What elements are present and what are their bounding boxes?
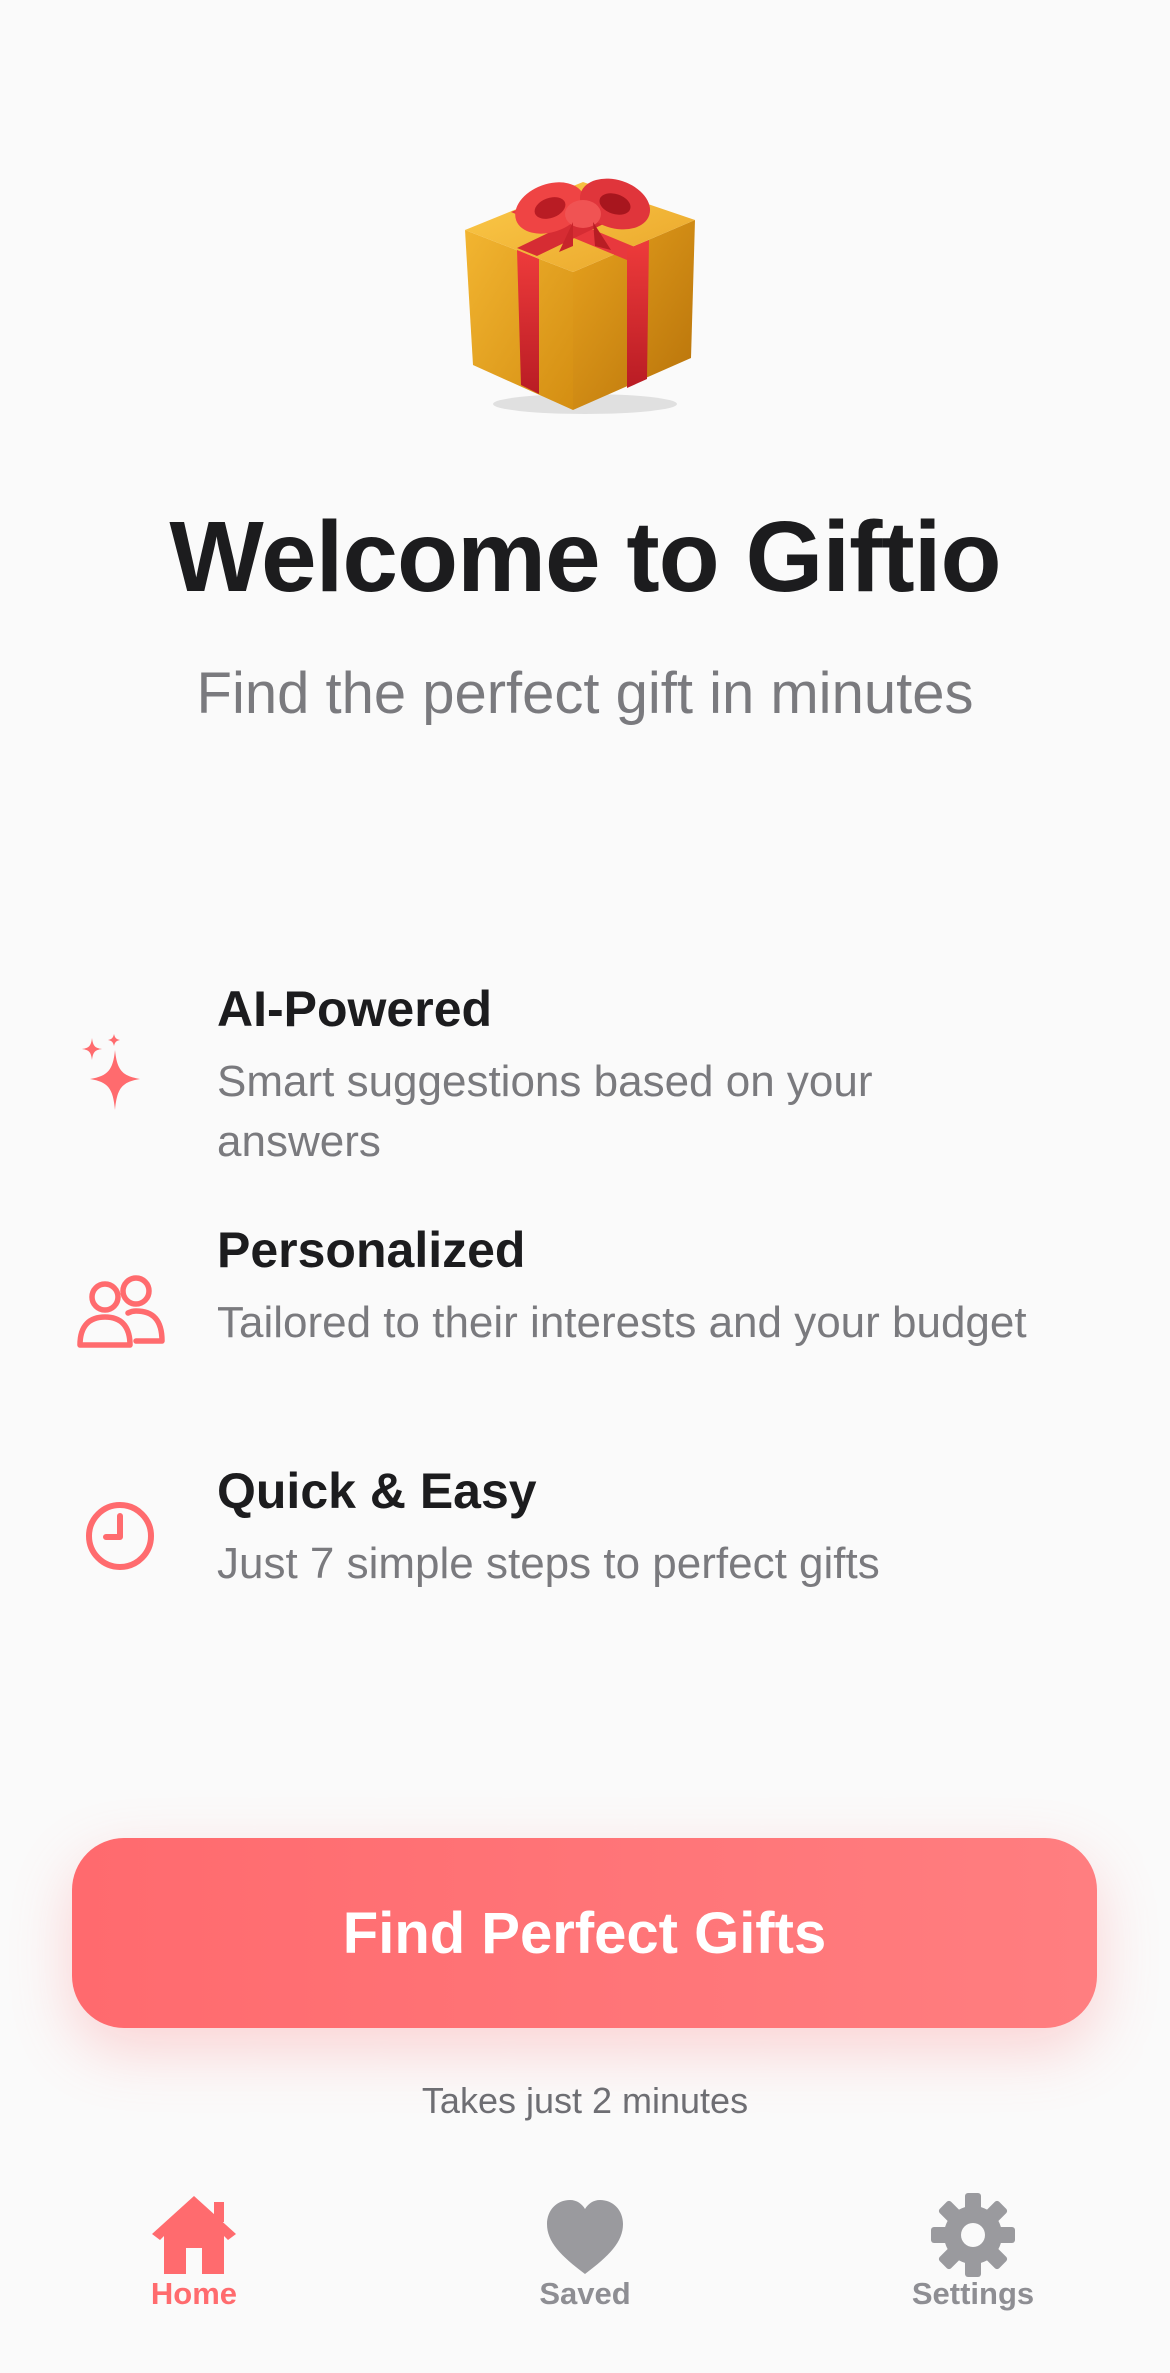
- feature-title: AI-Powered: [217, 981, 493, 1037]
- gift-icon: [465, 178, 695, 414]
- cta-note: Takes just 2 minutes: [421, 2080, 749, 2121]
- find-perfect-gifts-label: Find Perfect Gifts: [342, 1900, 827, 1966]
- find-perfect-gifts-button[interactable]: Find Perfect Gifts: [72, 1838, 1097, 2028]
- gear-icon: [931, 2193, 1015, 2277]
- tab-settings[interactable]: Settings: [863, 2170, 1083, 2330]
- tab-home[interactable]: Home: [84, 2170, 304, 2330]
- feature-description: Smart suggestions based on your answers: [217, 1057, 873, 1166]
- heart-icon: [547, 2200, 623, 2274]
- tab-saved[interactable]: Saved: [475, 2170, 695, 2330]
- people-icon: [77, 1275, 165, 1348]
- feature-description: Tailored to their interests and your bud…: [217, 1298, 1027, 1347]
- clock-icon: [86, 1502, 154, 1570]
- tab-label: Saved: [539, 2276, 631, 2311]
- sparkles-icon: [82, 1034, 140, 1110]
- feature-title: Personalized: [217, 1222, 526, 1278]
- tab-bar: Home Saved Settings: [0, 2170, 1170, 2373]
- tab-label: Home: [150, 2276, 238, 2311]
- house-icon: [152, 2196, 236, 2274]
- feature-title: Quick & Easy: [217, 1463, 537, 1519]
- page-title: Welcome to Giftio: [169, 501, 1001, 613]
- page-subtitle: Find the perfect gift in minutes: [196, 661, 974, 726]
- feature-description: Just 7 simple steps to perfect gifts: [217, 1539, 880, 1588]
- tab-label: Settings: [911, 2276, 1035, 2311]
